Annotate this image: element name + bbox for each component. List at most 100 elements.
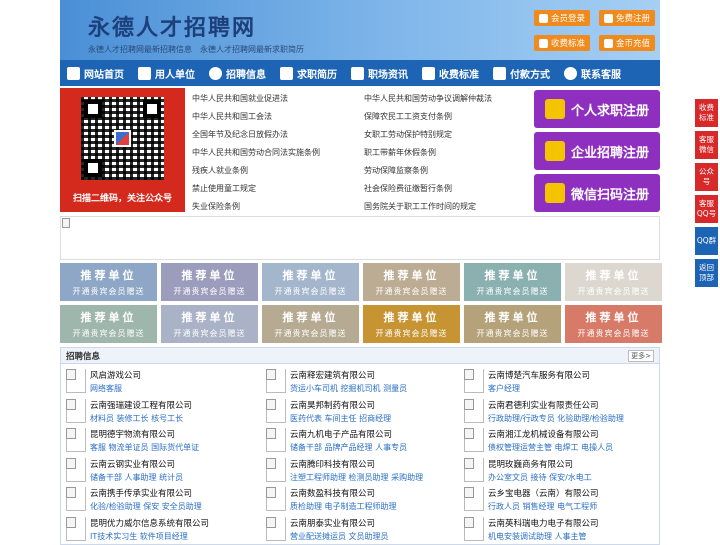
recommended-unit-slot[interactable]: 推荐单位 开通贵宾会员赠送 [161,305,258,343]
job-positions[interactable]: 储备干部 人事助理 统计员 [90,472,183,483]
recommended-unit-slot[interactable]: 推荐单位 开通贵宾会员赠送 [464,305,561,343]
company-name[interactable]: 云南释宏建筑有限公司 [290,369,407,381]
job-positions[interactable]: 债权管理运营主管 电焊工 电操人员 [488,442,613,453]
register-button[interactable]: 免费注册 [599,10,655,26]
nav-home[interactable]: 网站首页 [60,60,131,86]
recommended-unit-slot[interactable]: 推荐单位 开通贵宾会员赠送 [161,263,258,301]
company-name[interactable]: 云南数盈科技有限公司 [290,487,397,499]
law-link[interactable]: 禁止使用童工规定 [192,183,256,194]
company-logo[interactable] [266,398,286,423]
law-link[interactable]: 中华人民共和国就业促进法 [192,93,288,104]
nav-news[interactable]: 职场资讯 [344,60,415,86]
company-logo[interactable] [266,487,286,512]
law-link[interactable]: 国务院关于职工工作时间的规定 [364,201,476,212]
company-name[interactable]: 云南九机电子产品有限公司 [290,428,407,440]
company-logo[interactable] [66,369,86,393]
nav-employers[interactable]: 用人单位 [131,60,202,86]
recommended-unit-slot[interactable]: 推荐单位 开通贵宾会员赠送 [60,305,157,343]
law-link[interactable]: 残疾人就业条例 [192,165,248,176]
company-logo[interactable] [464,369,484,393]
job-positions[interactable]: 营业配送摊运员 文员助理员 [290,531,389,542]
company-register-button[interactable]: 企业招聘注册 [534,132,660,170]
company-logo[interactable] [464,398,484,423]
company-name[interactable]: 云南腾印科技有限公司 [290,458,423,470]
float-button[interactable]: QQ群 [695,227,718,255]
company-logo[interactable] [66,398,86,423]
job-positions[interactable]: 客户经理 [488,383,590,394]
job-positions[interactable]: 货运小车司机 挖掘机司机 测量员 [290,383,407,394]
personal-register-button[interactable]: 个人求职注册 [534,90,660,128]
recommended-unit-slot[interactable]: 推荐单位 开通贵宾会员赠送 [262,263,359,301]
recommended-unit-slot[interactable]: 推荐单位 开通贵宾会员赠送 [262,305,359,343]
company-logo[interactable] [266,457,286,482]
law-link[interactable]: 中华人民共和国劳动争议调解仲裁法 [364,93,492,104]
recommended-unit-slot[interactable]: 推荐单位 开通贵宾会员赠送 [60,263,157,301]
company-logo[interactable] [66,516,86,541]
nav-payment[interactable]: 付款方式 [486,60,557,86]
company-name[interactable]: 云南携手传承实业有限公司 [90,487,202,499]
company-name[interactable]: 昆明玫巍商务有限公司 [488,458,592,470]
company-logo[interactable] [266,369,286,393]
company-name[interactable]: 云南英科瑞电力电子有限公司 [488,517,599,529]
fees-button[interactable]: 收费标准 [534,35,590,51]
job-positions[interactable]: 质检助理 电子制造工程师助理 [290,501,397,512]
job-positions[interactable]: 医药代表 车间主任 招商经理 [290,413,391,424]
law-link[interactable]: 社会保险费征缴暂行条例 [364,183,452,194]
company-name[interactable]: 风启游戏公司 [90,369,141,381]
recommended-unit-slot[interactable]: 推荐单位 开通贵宾会员赠送 [565,263,662,301]
job-positions[interactable]: 注塑工程师助理 检测员助理 采购助理 [290,472,423,483]
company-logo[interactable] [464,457,484,482]
company-logo[interactable] [66,428,86,453]
nav-jobs[interactable]: 招聘信息 [202,60,273,86]
recommended-unit-slot[interactable]: 推荐单位 开通贵宾会员赠送 [363,263,460,301]
float-button[interactable]: 返回顶部 [695,259,718,287]
company-logo[interactable] [464,487,484,512]
job-positions[interactable]: 储备干部 品牌产品经理 人事专员 [290,442,407,453]
law-link[interactable]: 女职工劳动保护特别规定 [364,129,452,140]
company-name[interactable]: 云南朋泰实业有限公司 [290,517,389,529]
site-logo-title[interactable]: 永德人才招聘网 [88,10,256,42]
company-logo[interactable] [464,428,484,453]
company-name[interactable]: 昆明德宇物流有限公司 [90,428,199,440]
job-positions[interactable]: IT技术实习生 软件项目经理 [90,531,209,542]
company-logo[interactable] [464,516,484,541]
job-positions[interactable]: 机电安装调试助理 人事主管 [488,531,599,542]
float-button[interactable]: 收费标准 [695,99,718,127]
law-link[interactable]: 失业保险条例 [192,201,240,212]
company-name[interactable]: 云乡宝电器（云南）有限公司 [488,487,599,499]
job-positions[interactable]: 材料员 装修工长 核号工长 [90,413,192,424]
law-link[interactable]: 职工带薪年休假条例 [364,147,436,158]
recommended-unit-slot[interactable]: 推荐单位 开通贵宾会员赠送 [363,305,460,343]
company-logo[interactable] [66,457,86,482]
company-name[interactable]: 云南强瑞建设工程有限公司 [90,399,192,411]
company-name[interactable]: 云南湘江龙机械设备有限公司 [488,428,613,440]
job-positions[interactable]: 网络客服 [90,383,141,394]
law-link[interactable]: 保障农民工工资支付条例 [364,111,452,122]
float-button[interactable]: 客服微信 [695,131,718,159]
nav-fees[interactable]: 收费标准 [415,60,486,86]
law-link[interactable]: 全国年节及纪念日放假办法 [192,129,288,140]
recommended-unit-slot[interactable]: 推荐单位 开通贵宾会员赠送 [464,263,561,301]
company-name[interactable]: 昆明优力威尔信息系统有限公司 [90,517,209,529]
job-positions[interactable]: 办公室文员 接待 保安/水电工 [488,472,592,483]
law-link[interactable]: 中华人民共和国工会法 [192,111,272,122]
wechat-register-button[interactable]: 微信扫码注册 [534,174,660,212]
company-logo[interactable] [266,428,286,453]
company-logo[interactable] [66,487,86,512]
job-positions[interactable]: 行政人员 销售经理 电气工程师 [488,501,599,512]
job-positions[interactable]: 客服 物流单证员 国际货代单证 [90,442,199,453]
company-name[interactable]: 云南昊邦制药有限公司 [290,399,391,411]
float-button[interactable]: 公众号 [695,163,718,191]
login-button[interactable]: 会员登录 [534,10,590,26]
company-name[interactable]: 云南君德利实业有限责任公司 [488,399,624,411]
more-link[interactable]: 更多> [628,349,654,362]
company-name[interactable]: 云南博楚汽车服务有限公司 [488,369,590,381]
nav-resumes[interactable]: 求职简历 [273,60,344,86]
recommended-unit-slot[interactable]: 推荐单位 开通贵宾会员赠送 [565,305,662,343]
company-logo[interactable] [266,516,286,541]
float-button[interactable]: 客服QQ号 [695,195,718,223]
job-positions[interactable]: 化验/检验助理 保安 安全员助理 [90,501,202,512]
company-name[interactable]: 云南云钢实业有限公司 [90,458,183,470]
recharge-button[interactable]: 金币充值 [599,35,655,51]
ad-banner[interactable] [60,216,660,260]
